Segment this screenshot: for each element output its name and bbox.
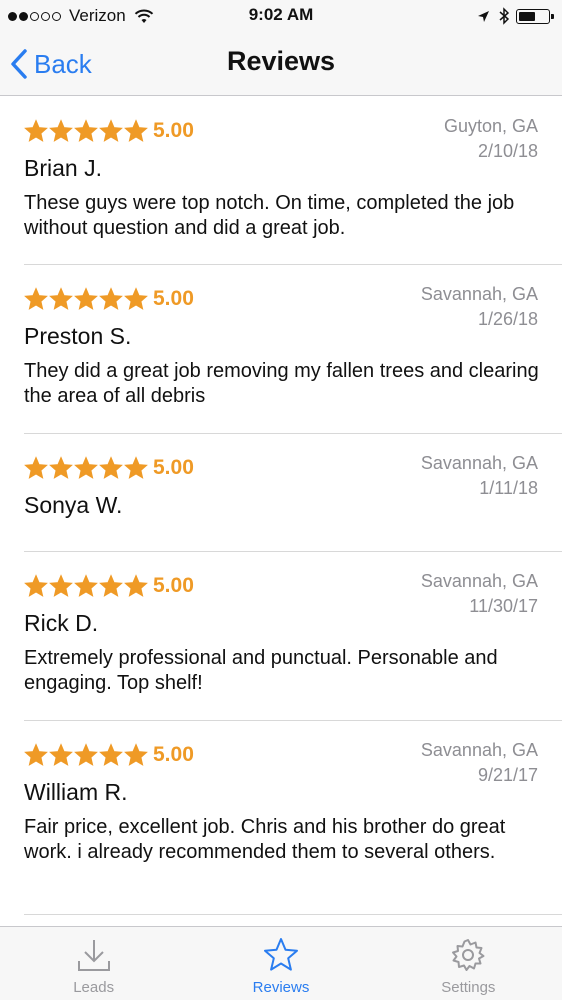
star-icon — [24, 574, 48, 597]
star-icon — [24, 119, 48, 142]
review-location: Savannah, GA — [420, 284, 538, 304]
rating-score: 5.00 — [153, 287, 194, 310]
star-rating — [24, 743, 149, 767]
star-icon — [124, 287, 148, 310]
review-meta: Savannah, GA 1/11/18 — [421, 451, 538, 501]
review-location: Savannah, GA — [420, 571, 538, 591]
rating-score: 5.00 — [153, 574, 194, 597]
review-row[interactable]: 5.00 Savannah, GA 1/11/18 Sonya W. — [24, 434, 562, 552]
reviewer-name: Rick D. — [24, 610, 99, 636]
tab-settings[interactable]: Settings — [375, 927, 562, 1000]
tab-bar: Leads Reviews Settings — [0, 926, 562, 1000]
tab-label: Settings — [441, 979, 496, 996]
rating: 5.00 — [24, 456, 194, 480]
gear-icon — [452, 939, 485, 971]
star-icon — [49, 456, 73, 479]
review-text: Fair price, excellent job. Chris and his… — [24, 816, 506, 863]
star-rating — [24, 574, 149, 598]
review-location: Guyton, GA — [443, 116, 538, 136]
rating: 5.00 — [24, 287, 194, 311]
rating: 5.00 — [24, 119, 194, 143]
star-icon — [99, 743, 123, 766]
location-arrow-icon — [478, 10, 489, 22]
star-icon — [124, 743, 148, 766]
tab-label: Leads — [73, 979, 115, 996]
review-meta: Savannah, GA 1/26/18 — [421, 282, 538, 332]
review-row[interactable]: 5.00 Savannah, GA 1/26/18 Preston S. The… — [24, 265, 562, 434]
rating: 5.00 — [24, 743, 194, 767]
review-date: 2/10/18 — [477, 141, 538, 161]
star-icon — [24, 456, 48, 479]
star-icon — [74, 287, 98, 310]
star-icon — [49, 287, 73, 310]
review-row[interactable]: 5.00 Savannah, GA 11/30/17 Rick D. Extre… — [24, 552, 562, 721]
download-icon — [77, 940, 110, 971]
review-meta: Guyton, GA 2/10/18 — [444, 114, 538, 164]
star-icon — [49, 119, 73, 142]
star-icon — [49, 574, 73, 597]
reviewer-name: William R. — [24, 779, 128, 805]
review-date: 1/26/18 — [477, 309, 538, 329]
battery-icon — [516, 8, 554, 24]
review-date: 11/30/17 — [469, 596, 538, 616]
reviewer-name: Sonya W. — [24, 492, 123, 518]
review-meta: Savannah, GA 9/21/17 — [421, 738, 538, 788]
status-icons — [477, 6, 554, 26]
review-text: They did a great job removing my fallen … — [24, 360, 539, 407]
tab-reviews[interactable]: Reviews — [187, 927, 374, 1000]
bluetooth-icon — [499, 7, 510, 25]
reviewer-name: Brian J. — [24, 155, 102, 181]
reviewer-name: Preston S. — [24, 323, 132, 349]
navigation-bar: Back Reviews — [0, 32, 562, 96]
review-text: Extremely professional and punctual. Per… — [24, 647, 498, 694]
star-icon — [74, 574, 98, 597]
star-rating — [24, 287, 149, 311]
star-icon — [24, 743, 48, 766]
status-bar: Verizon 9:02 AM — [0, 0, 562, 32]
review-location: Savannah, GA — [420, 740, 538, 760]
star-icon — [124, 119, 148, 142]
review-date: 9/21/17 — [477, 765, 538, 785]
star-rating — [24, 119, 149, 143]
star-icon — [74, 743, 98, 766]
review-meta: Savannah, GA 11/30/17 — [421, 569, 538, 619]
star-icon — [263, 938, 298, 971]
star-icon — [74, 456, 98, 479]
review-row[interactable]: 5.00 Savannah, GA 9/21/17 William R. Fai… — [24, 721, 562, 915]
star-icon — [24, 287, 48, 310]
rating-score: 5.00 — [153, 743, 194, 766]
rating: 5.00 — [24, 574, 194, 598]
page-title: Reviews — [226, 46, 336, 76]
star-icon — [99, 574, 123, 597]
star-icon — [99, 119, 123, 142]
review-date: 1/11/18 — [479, 478, 538, 498]
star-icon — [124, 574, 148, 597]
star-icon — [49, 743, 73, 766]
review-row[interactable]: 5.00 Guyton, GA 2/10/18 Brian J. These g… — [24, 97, 562, 265]
star-icon — [74, 119, 98, 142]
reviews-list[interactable]: 5.00 Guyton, GA 2/10/18 Brian J. These g… — [0, 97, 562, 926]
rating-score: 5.00 — [153, 456, 194, 479]
tab-leads[interactable]: Leads — [0, 927, 187, 1000]
tab-label: Reviews — [252, 979, 310, 996]
review-text: These guys were top notch. On time, comp… — [24, 192, 515, 239]
review-location: Savannah, GA — [420, 453, 538, 473]
star-icon — [99, 287, 123, 310]
star-icon — [99, 456, 123, 479]
star-rating — [24, 456, 149, 480]
rating-score: 5.00 — [153, 119, 194, 142]
star-icon — [124, 456, 148, 479]
